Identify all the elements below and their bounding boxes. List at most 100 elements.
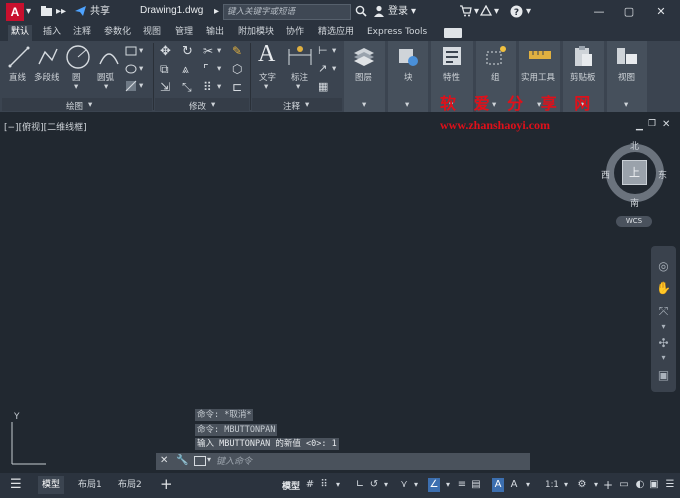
ortho-icon[interactable]: ∟ [354,478,366,492]
draw-panel-caret-icon[interactable]: ▾ [88,100,92,110]
close-button[interactable]: ✕ [650,3,672,21]
viewcube-top-face[interactable]: 上 [622,160,647,185]
hatch-caret-icon[interactable]: ▾ [139,64,143,74]
annotation-panel-caret-icon[interactable]: ▾ [305,100,309,110]
polar-icon[interactable]: ↺ [368,478,380,492]
fillet-caret-icon[interactable]: ▾ [217,64,221,74]
scale-icon[interactable]: ⤡ [182,80,192,95]
viewport-minimize-icon[interactable]: ▁ [636,121,643,131]
isolate-objects-icon[interactable]: ◐ [634,478,646,492]
rectangle-icon[interactable] [125,45,137,57]
auto-scale-icon[interactable]: A [508,478,520,492]
layers-caret-icon[interactable]: ▾ [362,100,366,110]
line-label[interactable]: 直线 [9,71,26,83]
customization-menu-icon[interactable]: ☰ [664,478,676,492]
command-customize-icon[interactable]: 🔧 [176,455,188,466]
connect-icon[interactable] [479,4,493,19]
showmotion-icon[interactable]: ▣ [655,367,672,384]
leader-caret-icon[interactable]: ▾ [332,46,336,56]
transparency-icon[interactable]: ▤ [470,478,482,492]
hatch-icon[interactable] [125,63,137,75]
auto-scale-caret-icon[interactable]: ▾ [522,478,534,492]
osnap-caret-icon[interactable]: ▾ [442,478,454,492]
search-icon[interactable] [355,5,367,19]
text-icon[interactable]: A [258,41,275,68]
login-link[interactable]: 登录 [388,5,408,19]
cart-icon[interactable] [460,5,472,19]
login-caret-icon[interactable]: ▾ [411,5,416,19]
command-close-icon[interactable]: ✕ [160,455,168,466]
clean-screen-icon[interactable]: ▣ [648,478,660,492]
array-caret-icon[interactable]: ▾ [217,82,221,92]
trim-icon[interactable]: ✂ [203,44,213,58]
gradient-caret-icon[interactable]: ▾ [139,81,143,91]
viewport-controls[interactable]: [−][俯视][二维线框] [4,120,87,133]
model-space-button[interactable]: 模型 [282,479,300,492]
orbit-caret-icon[interactable]: ▾ [655,349,672,366]
lineweight-icon[interactable]: ≡ [456,478,468,492]
units-icon[interactable]: ▭ [618,478,630,492]
text-caret-icon[interactable]: ▾ [264,82,268,92]
move-icon[interactable]: ✥ [160,44,171,59]
cart-caret-icon[interactable]: ▾ [474,5,479,19]
offset-icon[interactable]: ⊏ [232,80,242,94]
multileader-icon[interactable]: ↗ [318,62,327,75]
gradient-icon[interactable] [125,80,137,92]
viewport-close-icon[interactable]: ✕ [662,119,670,130]
polyline-icon[interactable] [37,46,59,68]
modify-panel-label[interactable]: 修改 [189,100,206,112]
object-snap-tracking-icon[interactable]: ∠ [428,478,440,492]
annotation-panel-label[interactable]: 注释 [283,100,300,112]
command-input[interactable]: 键入命令 [216,456,526,468]
polyline-label[interactable]: 多段线 [34,71,60,83]
tab-addins[interactable]: 附加模块 [235,25,277,41]
rectangle-caret-icon[interactable]: ▾ [139,46,143,56]
arc-caret-icon[interactable]: ▾ [104,82,108,92]
share-icon[interactable] [74,5,87,19]
compass-west[interactable]: 西 [601,168,610,181]
maximize-button[interactable]: ▢ [618,3,640,21]
connect-caret-icon[interactable]: ▾ [494,5,499,19]
block-caret-icon[interactable]: ▾ [405,100,409,110]
compass-east[interactable]: 东 [658,168,667,181]
arc-icon[interactable] [98,46,120,68]
leader-icon[interactable]: ⊢ [318,44,328,57]
tab-collaborate[interactable]: 协作 [283,25,307,41]
table-icon[interactable]: ▦ [318,80,328,93]
erase-icon[interactable]: ✎ [232,44,242,58]
search-input[interactable]: 键入关键字或短语 [223,4,351,20]
pan-hand-icon[interactable]: ✋ [655,280,672,297]
modify-panel-caret-icon[interactable]: ▾ [211,100,215,110]
circle-icon[interactable] [65,44,91,70]
wcs-menu[interactable]: WCS [616,216,652,227]
compass-south[interactable]: 南 [630,196,639,209]
quick-access-more-icon[interactable]: ▸▸ [56,5,66,19]
polar-caret-icon[interactable]: ▾ [380,478,392,492]
user-icon[interactable] [373,5,385,19]
zoom-caret-icon[interactable]: ▾ [655,318,672,335]
tab-output[interactable]: 输出 [203,25,227,41]
rotate-icon[interactable]: ↻ [182,44,193,59]
explode-icon[interactable]: ⬡ [232,62,242,76]
help-caret-icon[interactable]: ▾ [526,5,531,19]
dimension-caret-icon[interactable]: ▾ [296,82,300,92]
annotation-scale[interactable]: 1:1 [544,478,560,492]
view-caret-icon[interactable]: ▾ [624,100,628,110]
dimension-icon[interactable] [287,45,313,67]
open-file-icon[interactable] [40,5,53,19]
annotation-scale-caret-icon[interactable]: ▾ [560,478,572,492]
tab-annotate[interactable]: 注释 [70,25,94,41]
circle-caret-icon[interactable]: ▾ [74,82,78,92]
add-layout-icon[interactable]: + [160,475,173,493]
tab-model[interactable]: 模型 [38,476,65,494]
command-recent-icon[interactable] [194,456,206,466]
array-icon[interactable]: ⠿ [203,80,212,94]
command-recent-caret-icon[interactable]: ▾ [207,455,211,464]
draw-panel-label[interactable]: 绘图 [66,100,83,112]
isodraft-caret-icon[interactable]: ▾ [410,478,422,492]
tab-featured-apps[interactable]: 精选应用 [315,25,357,41]
tab-layout2[interactable]: 布局2 [114,476,146,494]
help-icon[interactable]: ? [510,5,523,19]
steering-wheel-icon[interactable]: ◎ [655,258,672,275]
autocad-logo[interactable]: A [6,3,24,21]
